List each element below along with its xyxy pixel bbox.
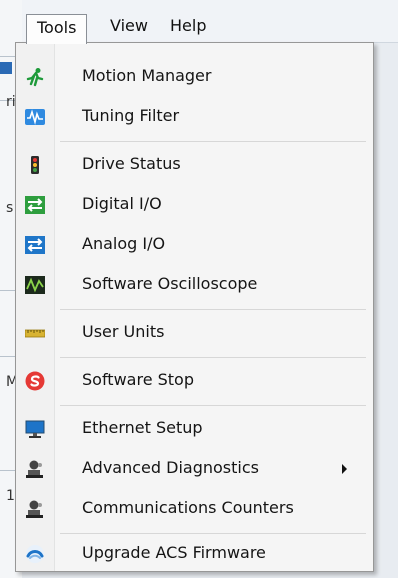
oscilloscope-icon [25,276,45,294]
menu-item-motion-manager[interactable]: Motion Manager [16,63,373,91]
menu-item-label: Tuning Filter [82,106,180,125]
menu-item-label: Digital I/O [82,194,162,213]
analog-io-icon [25,236,45,254]
menu-item-tuning-filter[interactable]: Tuning Filter [16,103,373,131]
menu-separator [60,533,366,534]
menu-item-label: Advanced Diagnostics [82,458,259,477]
traffic-light-icon [31,156,39,174]
menu-item-label: Ethernet Setup [82,418,203,437]
menu-separator [60,141,366,142]
stop-icon [25,371,45,391]
menu-tools[interactable]: Tools [26,14,88,44]
menu-item-analog-io[interactable]: Analog I/O [16,231,373,259]
menu-item-label: Analog I/O [82,234,166,253]
background-text: 1 [6,488,15,504]
menu-item-label: Software Oscilloscope [82,274,258,293]
menu-view[interactable]: View [100,13,158,41]
monitor-icon [25,420,45,438]
waveform-icon [25,109,45,126]
menu-item-software-oscilloscope[interactable]: Software Oscilloscope [16,271,373,299]
menu-item-label: Communications Counters [82,498,294,517]
ruler-icon [25,329,45,338]
menu-help[interactable]: Help [160,13,216,41]
menu-item-drive-status[interactable]: Drive Status [16,151,373,179]
menu-item-digital-io[interactable]: Digital I/O [16,191,373,219]
menu-item-advanced-diagnostics[interactable]: Advanced Diagnostics [16,455,373,483]
tools-dropdown-menu: Motion Manager Tuning Filter Drive Statu… [15,42,374,572]
firmware-icon [26,545,44,563]
menu-separator [60,309,366,310]
menu-separator [60,405,366,406]
background-text: s [6,200,14,216]
menu-item-communications-counters[interactable]: Communications Counters [16,495,373,523]
diagnostics-icon [26,460,43,478]
menu-item-label: Drive Status [82,154,181,173]
menu-item-ethernet-setup[interactable]: Ethernet Setup [16,415,373,443]
menu-item-software-stop[interactable]: Software Stop [16,367,373,395]
running-man-icon [26,68,44,87]
submenu-arrow-icon [342,464,347,474]
menu-item-label: Motion Manager [82,66,212,85]
menu-separator [60,357,366,358]
menu-item-label: Software Stop [82,370,194,389]
diagnostics-icon [26,500,43,518]
menu-item-user-units[interactable]: User Units [16,319,373,347]
background-toolbar-icon [0,62,12,74]
menu-item-label: User Units [82,322,165,341]
menu-item-upgrade-acs-firmware[interactable]: Upgrade ACS Firmware [16,540,373,568]
menu-item-label: Upgrade ACS Firmware [82,543,266,562]
digital-io-icon [25,196,45,214]
